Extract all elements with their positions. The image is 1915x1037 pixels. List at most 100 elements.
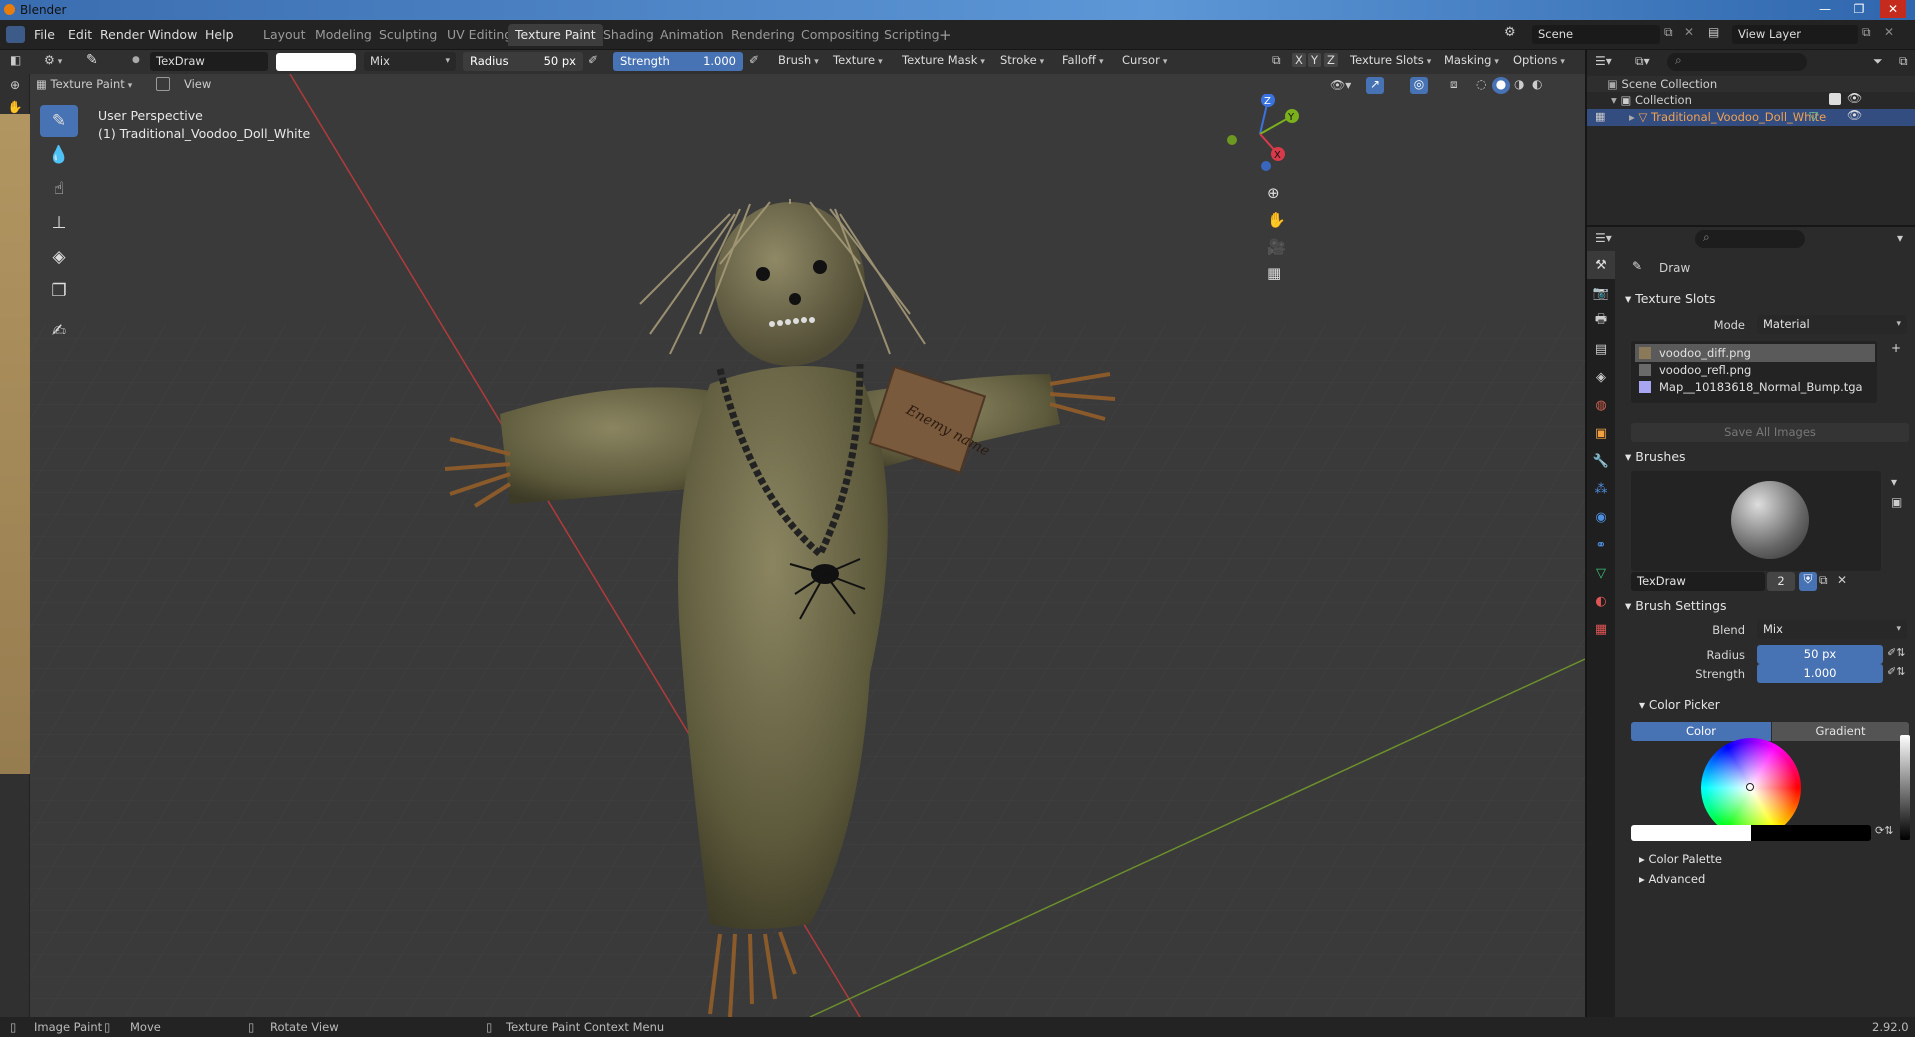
tab-sculpting[interactable]: Sculpting	[372, 24, 444, 46]
value-slider[interactable]	[1900, 735, 1910, 840]
tab-data[interactable]: ▽	[1587, 559, 1615, 587]
menu-window[interactable]: Window	[148, 27, 197, 42]
mask-tool[interactable]: ❐	[40, 275, 78, 307]
properties-editor-type-icon[interactable]: ☰▾	[1595, 231, 1612, 245]
pan-icon[interactable]: ✋	[0, 100, 30, 114]
outliner-editor-type-icon[interactable]: ☰▾	[1595, 54, 1612, 68]
fake-user-icon[interactable]: ●	[132, 55, 140, 65]
texture-slots-header[interactable]: ▾ Texture Slots	[1625, 291, 1715, 306]
texture-mask-menu[interactable]: Texture Mask ▾	[902, 53, 985, 67]
strength-field[interactable]: 1.000	[1757, 664, 1883, 683]
tab-animation[interactable]: Animation	[653, 24, 731, 46]
radius-field[interactable]: 50 px	[1757, 645, 1883, 664]
mode-dropdown[interactable]: ▦ Texture Paint ▾	[36, 77, 132, 91]
annotate-tool[interactable]: ✍	[40, 315, 78, 347]
outliner-filter-icon[interactable]: ⏷	[1873, 54, 1883, 69]
tab-object[interactable]: ▣	[1587, 419, 1615, 447]
tab-physics[interactable]: ◉	[1587, 503, 1615, 531]
collection-exclude-checkbox[interactable]	[1829, 93, 1841, 105]
tab-modifiers[interactable]: 🔧	[1587, 447, 1615, 475]
tab-tool[interactable]: ⚒	[1587, 251, 1615, 279]
brushes-header[interactable]: ▾ Brushes	[1625, 449, 1686, 464]
tab-output[interactable]: 🖶	[1587, 307, 1615, 335]
tab-material[interactable]: ◐	[1587, 587, 1615, 615]
cursor-menu[interactable]: Cursor ▾	[1122, 53, 1167, 67]
new-scene-icon[interactable]: ⧉	[1664, 25, 1673, 40]
view-layer-field[interactable]: View Layer	[1732, 25, 1858, 44]
tab-compositing[interactable]: Compositing	[794, 24, 886, 46]
tab-shading[interactable]: Shading	[596, 24, 661, 46]
smear-tool[interactable]: ☝	[40, 173, 78, 205]
mirror-z-toggle[interactable]: Z	[1324, 53, 1338, 67]
add-workspace-button[interactable]: +	[932, 24, 959, 46]
brush-users-count[interactable]: 2	[1767, 572, 1795, 591]
scene-name-field[interactable]: Scene	[1532, 25, 1660, 44]
fill-tool[interactable]: ◈	[40, 241, 78, 273]
radius-slider[interactable]: Radius 50 px	[463, 52, 583, 71]
tool-settings-icon[interactable]: ⚙ ▾	[44, 53, 62, 67]
tab-particles[interactable]: ⁂	[1587, 475, 1615, 503]
falloff-menu[interactable]: Falloff ▾	[1062, 53, 1104, 67]
delete-scene-icon[interactable]: ✕	[1684, 25, 1694, 39]
tab-view-layer[interactable]: ▤	[1587, 335, 1615, 363]
draw-tool[interactable]: ✎	[40, 105, 78, 137]
symmetry-icon[interactable]: ⧉	[1272, 53, 1281, 68]
color-palette-header[interactable]: ▸ Color Palette	[1639, 852, 1722, 866]
mode-dropdown-field[interactable]: Material ▾	[1757, 315, 1907, 334]
editor-type-icon[interactable]: ◧	[10, 53, 28, 70]
brush-list-expand-icon[interactable]: ▾	[1891, 475, 1897, 489]
masking-menu[interactable]: Masking ▾	[1444, 53, 1499, 67]
duplicate-brush-icon[interactable]: ⧉	[1819, 573, 1828, 588]
add-slot-icon[interactable]: +	[1891, 341, 1901, 355]
strength-slider[interactable]: Strength 1.000	[613, 52, 743, 71]
camera-view-icon[interactable]: 🎥	[1267, 238, 1286, 256]
clone-tool[interactable]: ⊥	[40, 207, 78, 239]
tab-constraints[interactable]: ⚭	[1587, 531, 1615, 559]
advanced-header[interactable]: ▸ Advanced	[1639, 872, 1705, 886]
strength-pressure-icon[interactable]: ✐	[749, 53, 759, 67]
brush-image-icon[interactable]: ▣	[1891, 495, 1902, 509]
gradient-tab[interactable]: Gradient	[1772, 722, 1909, 741]
outliner-new-collection-icon[interactable]: ⧉	[1899, 54, 1908, 69]
view-layer-browse-icon[interactable]: ▤	[1708, 25, 1719, 39]
close-button[interactable]: ✕	[1880, 0, 1906, 18]
menu-edit[interactable]: Edit	[68, 27, 92, 42]
navigation-gizmo[interactable]: Z Y X	[1220, 94, 1300, 174]
options-menu[interactable]: Options ▾	[1513, 53, 1565, 67]
brush-color-swatch[interactable]	[276, 53, 356, 71]
brush-menu[interactable]: Brush ▾	[778, 53, 819, 67]
zoom-view-icon[interactable]: ⊕	[1267, 184, 1280, 202]
brush-name-field[interactable]: TexDraw	[1631, 572, 1765, 591]
properties-search-input[interactable]: ⌕	[1695, 230, 1805, 248]
view-menu[interactable]: View	[184, 77, 211, 91]
radius-pressure-icon[interactable]: ✐	[588, 53, 598, 67]
delete-view-layer-icon[interactable]: ✕	[1884, 25, 1894, 39]
brush-preview-box[interactable]	[1631, 471, 1881, 571]
new-view-layer-icon[interactable]: ⧉	[1862, 25, 1871, 40]
menu-help[interactable]: Help	[205, 27, 234, 42]
texture-slot-item[interactable]: Map__10183618_Normal_Bump.tga	[1635, 378, 1875, 396]
collection-row[interactable]: ▾ ▣ Collection	[1611, 93, 1692, 107]
object-visibility-icon[interactable]: 👁	[1847, 108, 1862, 122]
unlink-brush-icon[interactable]: ✕	[1837, 573, 1847, 587]
tab-modeling[interactable]: Modeling	[308, 24, 379, 46]
scene-browse-icon[interactable]: ⚙	[1504, 25, 1524, 44]
tab-layout[interactable]: Layout	[256, 24, 313, 46]
brush-name-field[interactable]: TexDraw	[150, 52, 268, 71]
minimize-button[interactable]: —	[1812, 0, 1838, 18]
collection-visibility-icon[interactable]: 👁	[1847, 91, 1862, 105]
properties-options-icon[interactable]: ▾	[1897, 231, 1903, 245]
texture-slot-item[interactable]: voodoo_refl.png	[1635, 361, 1875, 379]
scene-collection-row[interactable]: ▣ Scene Collection	[1607, 77, 1717, 91]
zoom-icon[interactable]: ⊕	[0, 78, 30, 92]
blend-dropdown[interactable]: Mix ▾	[364, 52, 456, 71]
soften-tool[interactable]: 💧	[40, 139, 78, 171]
tab-texture[interactable]: ▦	[1587, 615, 1615, 643]
color-wheel-cursor[interactable]	[1746, 783, 1754, 791]
3d-viewport[interactable]: Enemy name Z Y X ⊕ ✋ 🎥 ▦ User Perspectiv…	[30, 74, 1585, 1017]
maximize-button[interactable]: ❐	[1846, 0, 1872, 18]
stroke-menu[interactable]: Stroke ▾	[1000, 53, 1044, 67]
tab-scene[interactable]: ◈	[1587, 363, 1615, 391]
save-all-images-button[interactable]: Save All Images	[1631, 423, 1909, 442]
ortho-toggle-icon[interactable]: ▦	[1267, 264, 1281, 282]
